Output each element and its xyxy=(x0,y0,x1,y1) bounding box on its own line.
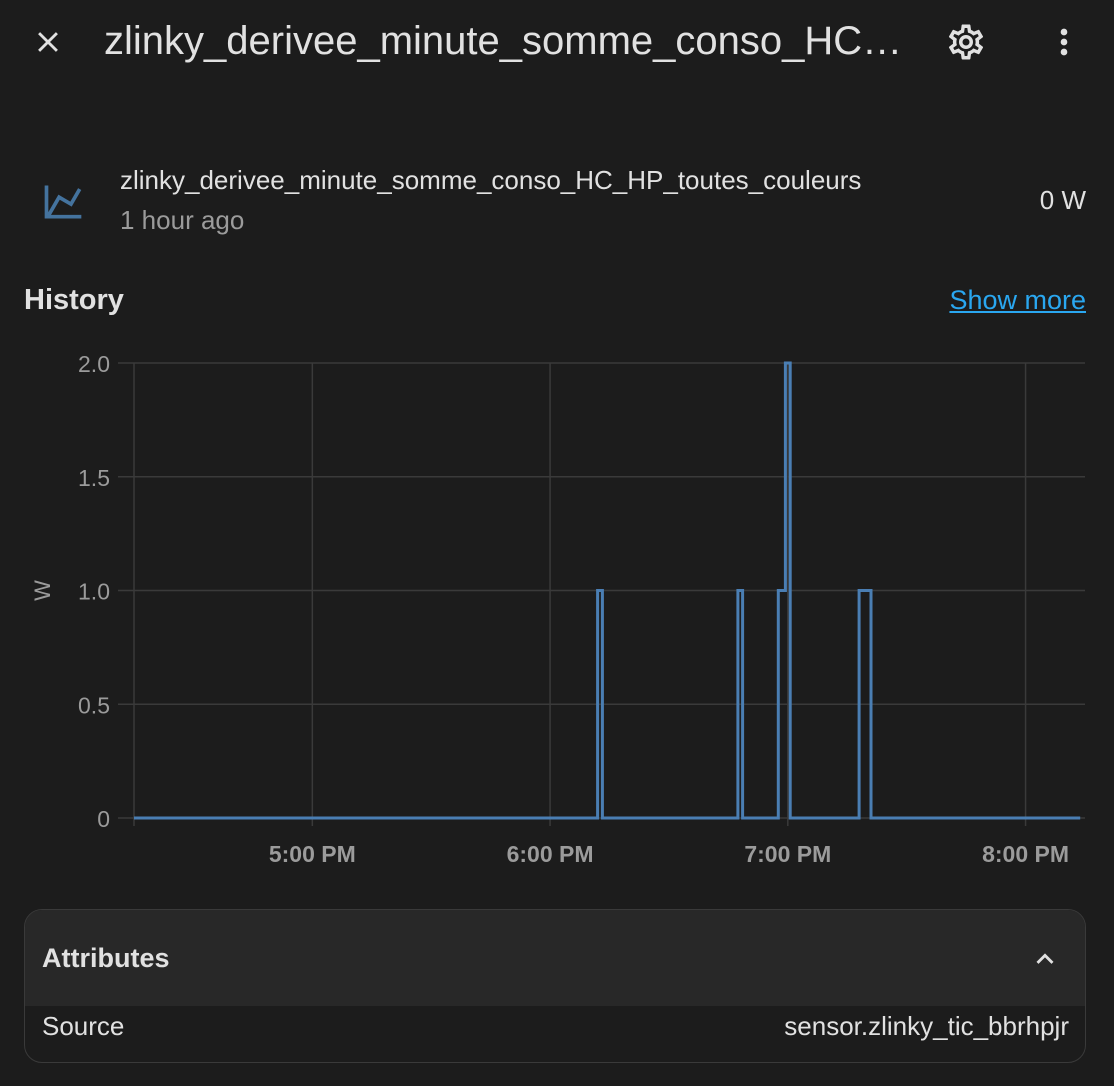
y-tick-label: 0 xyxy=(97,806,110,832)
entity-state-value: 0 W xyxy=(1039,185,1086,215)
entity-more-info-dialog: zlinky_derivee_minute_somme_conso_HC_HP_… xyxy=(0,0,1114,1086)
y-tick-label: 1.0 xyxy=(78,579,110,605)
x-tick-label: 6:00 PM xyxy=(507,841,594,867)
y-tick-label: 0.5 xyxy=(78,692,110,718)
attribute-key: Source xyxy=(42,1011,125,1041)
attributes-title: Attributes xyxy=(42,943,170,973)
settings-button[interactable] xyxy=(940,16,992,68)
attribute-value: sensor.zlinky_tic_bbrhpjr xyxy=(784,1011,1069,1041)
close-icon xyxy=(38,32,58,52)
y-tick-label: 1.5 xyxy=(78,465,110,491)
close-button[interactable] xyxy=(22,16,74,68)
history-chart[interactable]: 0 0.5 1.0 1.5 2.0 5:00 PM 6:00 PM 7:00 PM 8:00 P… xyxy=(0,340,1114,880)
more-options-button[interactable] xyxy=(1038,16,1090,68)
history-heading: History xyxy=(24,284,124,316)
entity-name: zlinky_derivee_minute_somme_conso_HC_HP_… xyxy=(120,165,862,195)
gear-icon xyxy=(948,24,984,60)
attributes-card: Attributes Source sensor.zlinky_tic_bbrh… xyxy=(24,909,1086,1063)
x-tick-label: 8:00 PM xyxy=(982,841,1069,867)
x-tick-label: 5:00 PM xyxy=(269,841,356,867)
entity-state-row: zlinky_derivee_minute_somme_conso_HC_HP_… xyxy=(0,150,1114,250)
dialog-header: zlinky_derivee_minute_somme_conso_HC_HP_… xyxy=(0,0,1114,84)
attributes-expander[interactable]: Attributes xyxy=(25,910,1085,1006)
y-axis-label: W xyxy=(30,580,55,601)
show-more-link[interactable]: Show more xyxy=(949,283,1086,317)
dialog-title: zlinky_derivee_minute_somme_conso_HC_HP_… xyxy=(104,19,904,63)
entity-last-changed: 1 hour ago xyxy=(120,205,245,235)
chevron-up-icon xyxy=(1036,953,1054,964)
chart-line-icon xyxy=(44,185,82,219)
y-tick-label: 2.0 xyxy=(78,351,110,377)
attribute-row: Source sensor.zlinky_tic_bbrhpjr xyxy=(25,1006,1085,1062)
x-tick-label: 7:00 PM xyxy=(744,841,831,867)
dots-vertical-icon xyxy=(1060,28,1068,56)
